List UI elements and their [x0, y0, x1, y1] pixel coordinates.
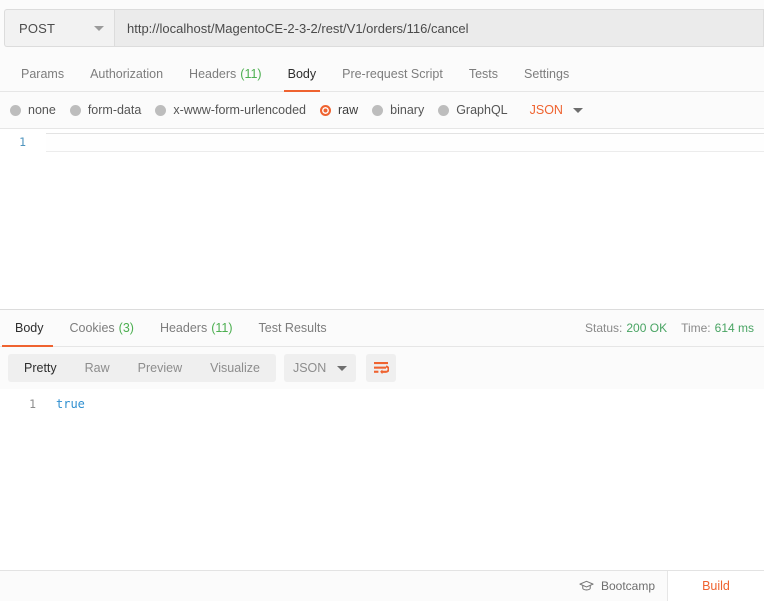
body-type-raw[interactable]: raw [320, 103, 358, 117]
tab-settings[interactable]: Settings [511, 56, 582, 91]
time-value: 614 ms [714, 321, 754, 335]
chevron-down-icon [572, 107, 583, 113]
response-status-meta: Status: 200 OK Time: 614 ms [585, 310, 764, 346]
radio-icon [438, 104, 450, 116]
response-tab-cookies-count: (3) [118, 321, 134, 335]
response-format-select[interactable]: JSON [283, 354, 356, 382]
response-tabs: Body Cookies (3) Headers (11) Test Resul… [0, 310, 340, 347]
response-body-value: true [56, 397, 85, 411]
tab-body[interactable]: Body [275, 56, 330, 92]
bootcamp-button[interactable]: Bootcamp [567, 571, 667, 601]
response-tab-cookies[interactable]: Cookies (3) [57, 310, 147, 346]
body-type-form-data[interactable]: form-data [69, 103, 142, 117]
footer-bar: Bootcamp Build [0, 570, 764, 601]
body-type-graphql-label: GraphQL [456, 103, 508, 117]
tab-pre-request-script-label: Pre-request Script [342, 66, 443, 81]
tab-params[interactable]: Params [8, 56, 77, 91]
body-type-row: none form-data x-www-form-urlencoded raw… [0, 92, 764, 129]
body-type-graphql[interactable]: GraphQL [438, 103, 508, 117]
raw-format-label: JSON [529, 103, 563, 117]
status-label: Status: [585, 321, 623, 335]
body-type-urlencoded[interactable]: x-www-form-urlencoded [155, 103, 306, 117]
view-mode-visualize[interactable]: Visualize [196, 354, 274, 382]
editor-line: 1 [0, 133, 764, 152]
response-line-number: 1 [29, 397, 36, 411]
tab-tests-label: Tests [468, 66, 499, 81]
response-tab-headers[interactable]: Headers (11) [147, 310, 246, 346]
body-type-form-data-label: form-data [87, 103, 142, 117]
request-tabs: Params Authorization Headers (11) Body P… [0, 56, 764, 92]
editor-line-number: 1 [19, 135, 26, 149]
radio-icon [155, 104, 167, 116]
view-mode-preview[interactable]: Preview [124, 354, 196, 382]
graduation-cap-icon [579, 580, 594, 592]
view-mode-raw[interactable]: Raw [71, 354, 124, 382]
chevron-down-icon [336, 365, 347, 371]
response-body-line: 1 true [0, 395, 764, 413]
body-type-binary-label: binary [390, 103, 425, 117]
response-tab-test-results[interactable]: Test Results [246, 310, 340, 346]
url-input[interactable]: http://localhost/MagentoCE-2-3-2/rest/V1… [114, 9, 764, 47]
response-view-mode-group: Pretty Raw Preview Visualize [8, 354, 276, 382]
radio-selected-icon [320, 104, 331, 116]
tab-authorization[interactable]: Authorization [77, 56, 176, 91]
response-view-toolbar: Pretty Raw Preview Visualize JSON [0, 347, 764, 389]
view-mode-pretty[interactable]: Pretty [10, 354, 71, 382]
tab-tests[interactable]: Tests [456, 56, 511, 91]
http-method-label: POST [19, 20, 56, 36]
status-badge: 200 OK [626, 321, 668, 335]
url-bar: POST http://localhost/MagentoCE-2-3-2/re… [0, 0, 764, 56]
response-tab-body[interactable]: Body [2, 310, 57, 347]
word-wrap-button[interactable] [365, 354, 396, 382]
http-method-select[interactable]: POST [4, 9, 114, 47]
response-tab-cookies-label: Cookies [69, 321, 115, 335]
request-body-editor[interactable]: 1 [0, 129, 764, 309]
bootcamp-label: Bootcamp [600, 579, 655, 593]
build-button[interactable]: Build [667, 571, 764, 601]
response-tab-headers-count: (11) [211, 321, 233, 335]
response-tab-headers-label: Headers [159, 321, 208, 335]
time-label: Time: [681, 321, 711, 335]
body-type-none-label: none [28, 103, 56, 117]
response-body-viewer[interactable]: 1 true [0, 389, 764, 570]
response-tab-body-label: Body [15, 321, 44, 335]
tab-headers[interactable]: Headers (11) [176, 56, 275, 91]
tab-body-label: Body [287, 66, 317, 81]
tab-pre-request-script[interactable]: Pre-request Script [329, 56, 456, 91]
tab-authorization-label: Authorization [90, 66, 164, 81]
body-type-binary[interactable]: binary [372, 103, 424, 117]
radio-icon [10, 104, 21, 116]
build-label: Build [702, 579, 730, 593]
body-type-urlencoded-label: x-www-form-urlencoded [173, 103, 306, 117]
body-type-none[interactable]: none [10, 103, 56, 117]
tab-params-label: Params [21, 66, 65, 81]
postman-request-response-view: POST http://localhost/MagentoCE-2-3-2/re… [0, 0, 764, 601]
response-format-label: JSON [292, 361, 327, 375]
editor-content[interactable] [46, 133, 764, 152]
body-type-raw-label: raw [338, 103, 359, 117]
word-wrap-icon [373, 362, 389, 375]
chevron-down-icon [94, 25, 104, 31]
tab-headers-label: Headers [189, 66, 237, 81]
tab-settings-label: Settings [524, 66, 570, 81]
radio-icon [69, 104, 81, 116]
tab-headers-count: (11) [240, 66, 262, 81]
radio-icon [372, 104, 384, 116]
raw-format-select[interactable]: JSON [530, 103, 583, 117]
response-tabs-row: Body Cookies (3) Headers (11) Test Resul… [0, 310, 764, 347]
response-tab-test-results-label: Test Results [258, 321, 327, 335]
